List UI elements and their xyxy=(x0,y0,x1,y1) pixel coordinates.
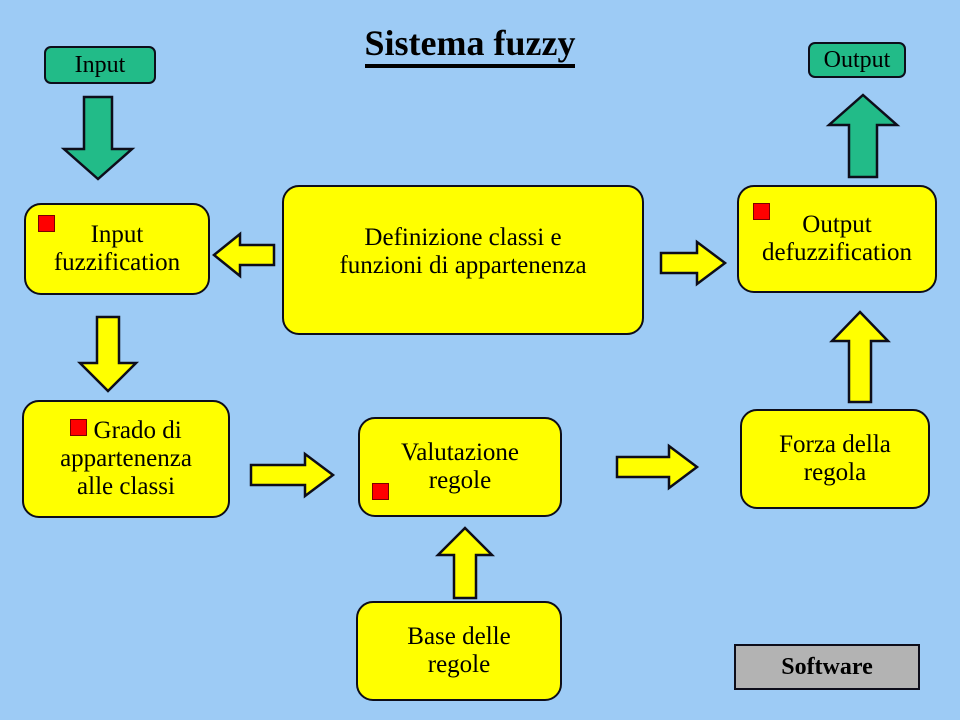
node-output-defuzzification-line1: Output xyxy=(802,211,872,238)
node-base-regole-label: Base delle regole xyxy=(358,623,560,679)
node-definizione-classi-line2: funzioni di appartenenza xyxy=(339,252,587,279)
arrow-forza-to-output-defuzzification xyxy=(829,310,892,404)
node-definizione-classi[interactable]: Definizione classi e funzioni di apparte… xyxy=(282,185,644,335)
node-input-fuzzification-line1: Input xyxy=(90,221,144,248)
red-square-marker-icon xyxy=(70,419,88,436)
arrow-input-fuzzification-to-grado xyxy=(76,315,140,393)
node-input[interactable]: Input xyxy=(44,46,156,84)
node-valutazione-regole-line1: Valutazione xyxy=(400,439,519,466)
node-definizione-classi-line1: Definizione classi e xyxy=(364,224,562,251)
arrow-input-to-input-fuzzification xyxy=(60,95,136,181)
legend-software-label: Software xyxy=(781,653,873,680)
page-title-text: Sistema fuzzy xyxy=(364,23,576,68)
node-output-defuzzification[interactable]: Output defuzzification xyxy=(737,185,937,293)
arrow-valutazione-to-forza xyxy=(615,443,700,491)
node-output[interactable]: Output xyxy=(808,42,906,78)
red-square-marker-icon xyxy=(372,483,389,500)
node-base-regole[interactable]: Base delle regole xyxy=(356,601,562,701)
node-input-fuzzification[interactable]: Input fuzzification xyxy=(24,203,210,295)
arrow-definizione-to-output-defuzzification xyxy=(659,239,728,287)
node-base-regole-line1: Base delle xyxy=(407,623,511,650)
arrow-output-defuzzification-to-output xyxy=(825,93,901,179)
diagram-canvas: Sistema fuzzy Input Output Input fuzzifi… xyxy=(0,0,960,720)
node-input-fuzzification-line2: fuzzification xyxy=(53,249,181,276)
node-output-defuzzification-line2: defuzzification xyxy=(762,239,912,266)
legend-software: Software xyxy=(734,644,920,690)
node-grado-appartenenza[interactable]: Grado di appartenenza alle classi xyxy=(22,400,230,518)
node-grado-appartenenza-line3: alle classi xyxy=(77,473,175,500)
red-square-marker-icon xyxy=(38,215,55,232)
red-square-marker-icon xyxy=(753,203,770,220)
node-valutazione-regole-label: Valutazione regole xyxy=(360,439,560,495)
node-input-label: Input xyxy=(74,51,126,78)
node-output-label: Output xyxy=(823,46,891,73)
node-forza-regola-label: Forza della regola xyxy=(742,431,928,487)
node-grado-appartenenza-line2: appartenenza xyxy=(60,445,192,472)
node-definizione-classi-label: Definizione classi e funzioni di apparte… xyxy=(284,224,642,280)
node-forza-regola[interactable]: Forza della regola xyxy=(740,409,930,509)
arrow-base-regole-to-valutazione xyxy=(434,526,496,600)
node-forza-regola-line2: regola xyxy=(803,459,867,486)
arrow-grado-to-valutazione xyxy=(249,451,336,499)
node-grado-appartenenza-line1: Grado di xyxy=(93,417,182,444)
node-grado-appartenenza-label: Grado di appartenenza alle classi xyxy=(24,417,228,501)
node-forza-regola-line1: Forza della xyxy=(779,431,891,458)
node-valutazione-regole[interactable]: Valutazione regole xyxy=(358,417,562,517)
node-base-regole-line2: regole xyxy=(427,651,491,678)
arrow-definizione-to-input-fuzzification xyxy=(212,231,276,279)
node-valutazione-regole-line2: regole xyxy=(428,467,492,494)
page-title: Sistema fuzzy xyxy=(290,22,650,68)
